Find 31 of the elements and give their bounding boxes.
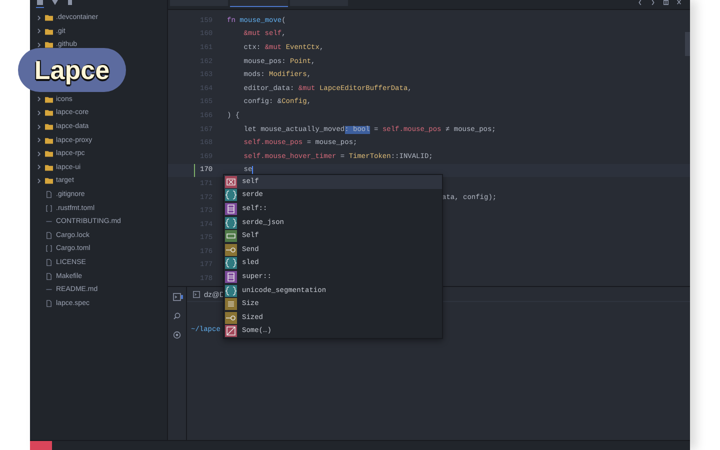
struct-icon <box>225 230 237 242</box>
trait-icon <box>225 312 237 324</box>
keyword-icon <box>225 202 237 215</box>
module-icon <box>225 216 237 229</box>
forward-icon[interactable] <box>650 0 656 5</box>
brackets-icon <box>45 245 53 252</box>
brackets-icon <box>45 204 53 212</box>
file-icon <box>45 191 53 198</box>
trait-icon <box>225 244 237 256</box>
text-cursor <box>252 166 254 175</box>
terminal-icon[interactable] <box>173 293 181 301</box>
keyword-icon <box>225 270 237 283</box>
mode-indicator <box>30 441 52 450</box>
lapce-logo: Lapce <box>18 48 126 92</box>
variant-icon <box>225 325 237 338</box>
file-icon <box>45 300 53 307</box>
back-icon[interactable] <box>637 0 643 5</box>
module-icon <box>225 257 237 270</box>
scrollbar-thumb[interactable] <box>685 32 690 56</box>
editor-tab[interactable] <box>230 0 288 7</box>
variable-icon <box>225 176 237 188</box>
typeparam-icon <box>225 298 237 310</box>
close-icon[interactable] <box>676 0 682 5</box>
target-icon[interactable] <box>173 331 181 339</box>
split-icon[interactable] <box>663 0 669 5</box>
module-icon <box>225 189 237 202</box>
files-icon[interactable] <box>36 0 44 8</box>
file-icon <box>45 232 53 239</box>
search-icon[interactable] <box>173 312 181 320</box>
terminal-icon <box>193 290 200 298</box>
module-icon <box>225 284 237 297</box>
